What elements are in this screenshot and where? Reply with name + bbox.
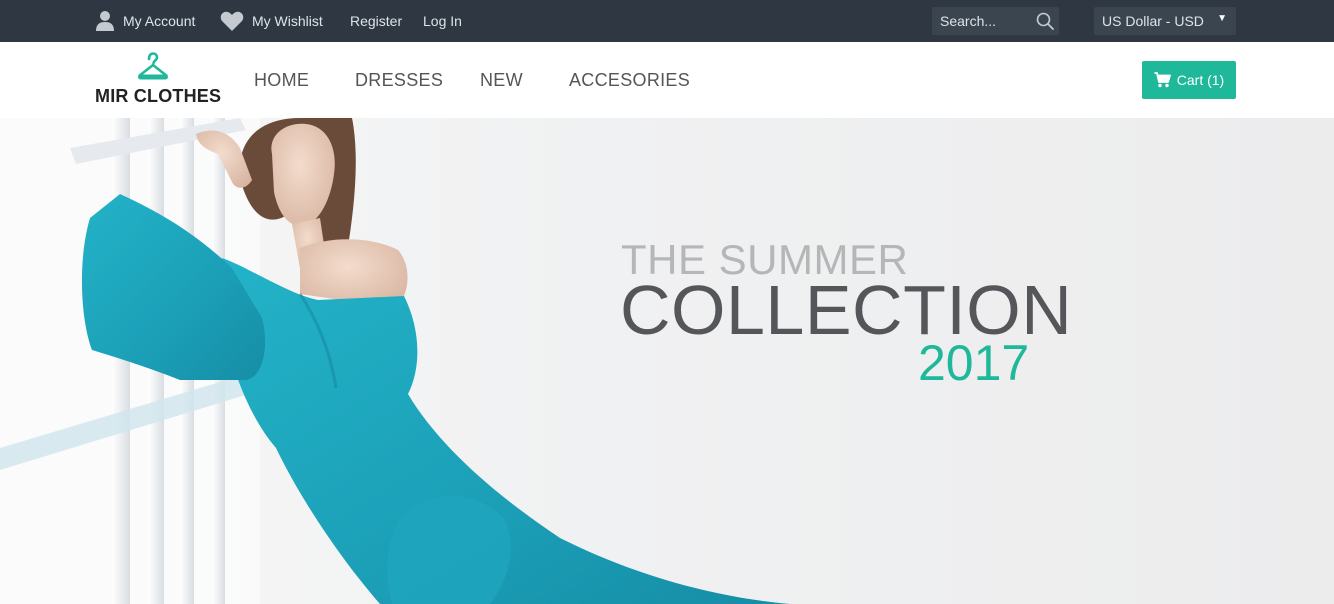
cart-icon xyxy=(1154,72,1171,88)
my-account-label: My Account xyxy=(123,13,196,29)
hanger-icon xyxy=(138,52,168,80)
brand-logo[interactable]: MIR CLOTHES xyxy=(95,52,221,108)
main-header: MIR CLOTHES HOME DRESSES NEW ACCESORIES … xyxy=(0,42,1334,118)
user-icon xyxy=(96,11,114,31)
model-photo xyxy=(0,118,790,604)
currency-select[interactable]: US Dollar - USD ▼ xyxy=(1094,7,1236,35)
my-account-link[interactable]: My Account xyxy=(95,0,195,42)
my-wishlist-label: My Wishlist xyxy=(252,13,323,29)
search-input[interactable] xyxy=(932,7,1032,35)
nav-accessories[interactable]: ACCESORIES xyxy=(569,42,690,118)
heart-icon xyxy=(220,11,244,31)
register-link[interactable]: Register xyxy=(350,0,402,42)
search-icon[interactable] xyxy=(1036,12,1054,30)
cart-label: Cart (1) xyxy=(1176,72,1225,88)
search-box xyxy=(932,7,1059,35)
cart-button[interactable]: Cart (1) xyxy=(1142,61,1236,99)
chevron-down-icon: ▼ xyxy=(1217,13,1227,24)
top-bar: My Account My Wishlist Register Log In U… xyxy=(0,0,1334,42)
hero-title-year: 2017 xyxy=(918,335,1030,391)
nav-dresses[interactable]: DRESSES xyxy=(355,42,443,118)
my-wishlist-link[interactable]: My Wishlist xyxy=(220,0,323,42)
nav-new[interactable]: NEW xyxy=(480,42,523,118)
currency-value: US Dollar - USD xyxy=(1102,13,1204,29)
brand-name: MIR CLOTHES xyxy=(95,86,222,106)
login-link[interactable]: Log In xyxy=(423,0,462,42)
nav-home[interactable]: HOME xyxy=(254,42,309,118)
hero-banner[interactable]: THE SUMMER COLLECTION 2017 xyxy=(0,118,1334,604)
